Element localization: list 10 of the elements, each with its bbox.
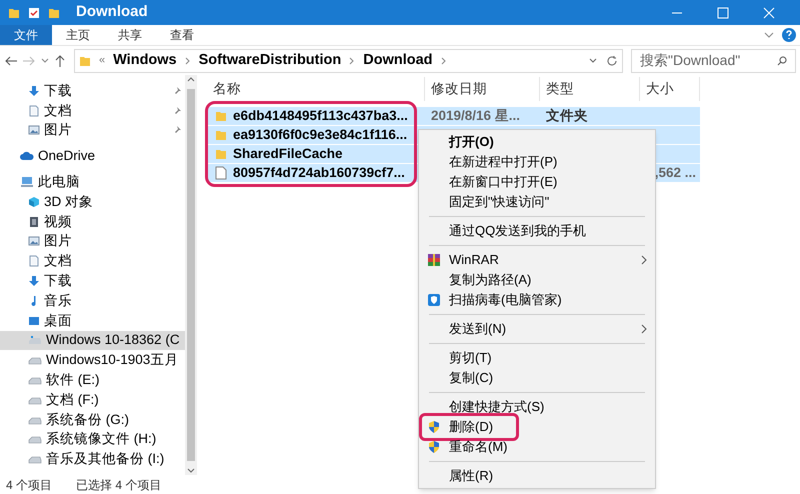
selection-count: 已选择 4 个项目 — [76, 476, 162, 494]
file-name: ea9130f6f0c9e3e84c1f116... — [233, 126, 408, 144]
file-name: SharedFileCache — [233, 144, 343, 163]
file-name: 80957f4d724ab160739cf7... — [233, 164, 405, 182]
file-type: 文件夹 — [546, 108, 588, 123]
file-size: ,562 ... — [654, 164, 696, 180]
file-name: e6db4148495f113c437ba3... — [233, 106, 408, 125]
window-title: Download — [76, 2, 148, 22]
item-count: 4 个项目 — [6, 476, 52, 494]
modified-date: 2019/8/16 星... — [431, 108, 520, 123]
